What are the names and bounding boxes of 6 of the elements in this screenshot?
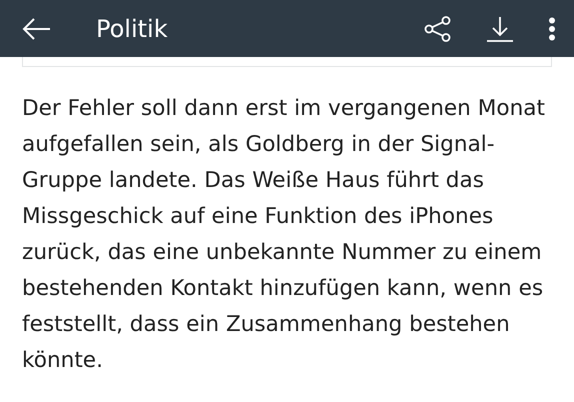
page-title: Politik: [96, 14, 169, 42]
back-icon[interactable]: [22, 16, 52, 40]
download-icon[interactable]: [486, 16, 514, 42]
more-icon[interactable]: [548, 16, 556, 40]
article-paragraph: Der Fehler soll dann erst im vergangenen Monat aufgefallen sein, als Goldberg in der Signal-Gruppe landete. Das Weiße Haus führt das Missgeschick auf eine Funktion des iPhones zurück, das eine unbekannte Nummer zu einem bestehenden Kontakt hinzufügen kann, wenn es feststellt, dass ein Zusammenhang bestehen könnte.: [22, 95, 546, 375]
share-icon[interactable]: [424, 16, 452, 42]
